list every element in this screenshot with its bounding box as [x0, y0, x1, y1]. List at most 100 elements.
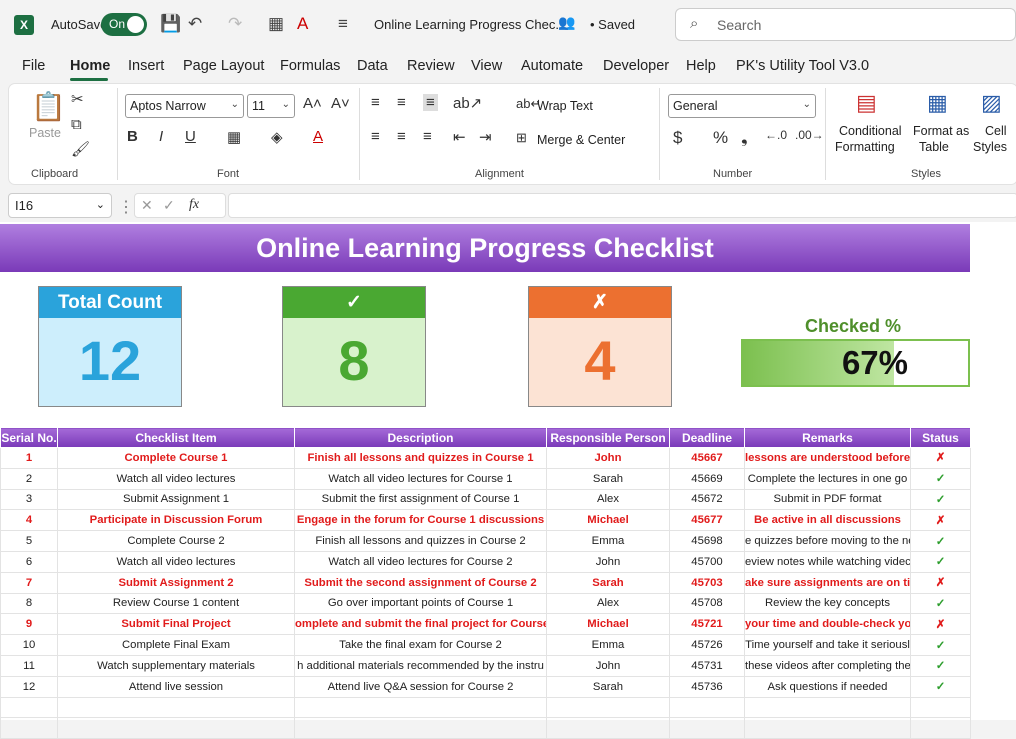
- tab-view[interactable]: View: [471, 58, 502, 74]
- search-box[interactable]: ⌕ Search: [675, 8, 1016, 41]
- format-as-table-line2[interactable]: Table: [919, 140, 949, 154]
- paste-icon[interactable]: 📋: [31, 90, 66, 123]
- increase-font-icon[interactable]: A˄: [303, 95, 322, 112]
- tab-review[interactable]: Review: [407, 58, 455, 74]
- cell-item[interactable]: Submit Assignment 1: [57, 488, 295, 511]
- cell-item[interactable]: Submit Final Project: [57, 613, 295, 636]
- cancel-icon[interactable]: ✕: [141, 197, 153, 214]
- cell-sn[interactable]: 4: [0, 509, 58, 532]
- increase-decimal-icon[interactable]: ←.0: [765, 128, 787, 142]
- tab-file[interactable]: File: [22, 58, 45, 74]
- col-deadline[interactable]: Deadline: [669, 427, 745, 448]
- tab-data[interactable]: Data: [357, 58, 388, 74]
- cell-person[interactable]: Sarah: [546, 675, 670, 698]
- cell-status[interactable]: ✓: [910, 675, 971, 698]
- empty-cell[interactable]: [294, 696, 547, 719]
- cell-desc[interactable]: Finish all lessons and quizzes in Course…: [294, 530, 547, 552]
- currency-icon[interactable]: $: [673, 128, 682, 148]
- cell-status[interactable]: ✗: [910, 447, 971, 469]
- cell-person[interactable]: Alex: [546, 592, 670, 615]
- cell-sn[interactable]: 2: [0, 467, 58, 490]
- empty-cell[interactable]: [57, 696, 295, 719]
- cell-person[interactable]: Sarah: [546, 571, 670, 594]
- font-size-select[interactable]: 11 ⌄: [247, 94, 295, 118]
- align-top-icon[interactable]: ≡: [371, 94, 380, 111]
- empty-cell[interactable]: [910, 696, 971, 719]
- empty-cell[interactable]: [57, 717, 295, 739]
- col-serial[interactable]: Serial No.: [0, 427, 58, 448]
- col-person[interactable]: Responsible Person: [546, 427, 670, 448]
- formula-input[interactable]: [228, 193, 1016, 218]
- cell-deadline[interactable]: 45698: [669, 530, 745, 552]
- undo-icon[interactable]: ↶: [188, 14, 202, 34]
- paste-button[interactable]: Paste: [29, 126, 61, 140]
- cell-deadline[interactable]: 45667: [669, 447, 745, 469]
- enter-icon[interactable]: ✓: [163, 197, 175, 214]
- name-box[interactable]: I16 ⌄: [8, 193, 112, 218]
- cell-person[interactable]: John: [546, 654, 670, 677]
- fill-color-icon[interactable]: ◈: [271, 128, 283, 146]
- cell-remarks[interactable]: Submit in PDF format: [744, 488, 911, 511]
- cell-person[interactable]: Sarah: [546, 467, 670, 490]
- cell-desc[interactable]: Engage in the forum for Course 1 discuss…: [294, 509, 547, 532]
- decrease-decimal-icon[interactable]: .00→: [795, 128, 824, 142]
- col-description[interactable]: Description: [294, 427, 547, 448]
- cell-sn[interactable]: 3: [0, 488, 58, 511]
- col-item[interactable]: Checklist Item: [57, 427, 295, 448]
- cell-item[interactable]: Complete Final Exam: [57, 634, 295, 656]
- conditional-formatting-line1[interactable]: Conditional: [839, 124, 902, 138]
- col-status[interactable]: Status: [910, 427, 971, 448]
- cell-desc[interactable]: omplete and submit the final project for…: [294, 613, 547, 636]
- italic-icon[interactable]: I: [159, 128, 163, 145]
- tab-automate[interactable]: Automate: [521, 58, 583, 74]
- decrease-indent-icon[interactable]: ⇤: [453, 128, 466, 146]
- cell-person[interactable]: Emma: [546, 530, 670, 552]
- conditional-formatting-line2[interactable]: Formatting: [835, 140, 895, 154]
- cell-sn[interactable]: 11: [0, 654, 58, 677]
- cell-deadline[interactable]: 45677: [669, 509, 745, 532]
- cell-desc[interactable]: Attend live Q&A session for Course 2: [294, 675, 547, 698]
- cell-sn[interactable]: 8: [0, 592, 58, 615]
- underline-icon[interactable]: U: [185, 128, 196, 145]
- tab-developer[interactable]: Developer: [603, 58, 669, 74]
- cell-item[interactable]: Attend live session: [57, 675, 295, 698]
- cell-deadline[interactable]: 45708: [669, 592, 745, 615]
- align-bottom-icon[interactable]: ≡: [423, 94, 438, 111]
- more-icon[interactable]: ⋮: [118, 197, 134, 217]
- cell-status[interactable]: ✓: [910, 592, 971, 615]
- cell-item[interactable]: Review Course 1 content: [57, 592, 295, 615]
- empty-cell[interactable]: [910, 717, 971, 739]
- customize-toolbar-icon[interactable]: ≡: [338, 14, 348, 34]
- cell-person[interactable]: John: [546, 550, 670, 573]
- cell-status[interactable]: ✓: [910, 467, 971, 490]
- cell-remarks[interactable]: ake sure assignments are on tim: [744, 571, 911, 594]
- empty-cell[interactable]: [669, 717, 745, 739]
- cell-sn[interactable]: 12: [0, 675, 58, 698]
- cell-status[interactable]: ✗: [910, 613, 971, 636]
- cell-sn[interactable]: 9: [0, 613, 58, 636]
- cell-desc[interactable]: h additional materials recommended by th…: [294, 654, 547, 677]
- cell-remarks[interactable]: Complete the lectures in one go: [744, 467, 911, 490]
- empty-cell[interactable]: [669, 696, 745, 719]
- cell-deadline[interactable]: 45672: [669, 488, 745, 511]
- borders-icon[interactable]: ▦: [268, 14, 284, 34]
- insert-function-icon[interactable]: fx: [189, 197, 199, 213]
- align-right-icon[interactable]: ≡: [423, 128, 432, 145]
- font-name-select[interactable]: Aptos Narrow ⌄: [125, 94, 244, 118]
- cell-item[interactable]: Watch all video lectures: [57, 467, 295, 490]
- cell-status[interactable]: ✓: [910, 634, 971, 656]
- cell-desc[interactable]: Watch all video lectures for Course 1: [294, 467, 547, 490]
- empty-cell[interactable]: [546, 717, 670, 739]
- cell-desc[interactable]: Watch all video lectures for Course 2: [294, 550, 547, 573]
- cell-item[interactable]: Complete Course 2: [57, 530, 295, 552]
- cell-desc[interactable]: Go over important points of Course 1: [294, 592, 547, 615]
- cell-deadline[interactable]: 45736: [669, 675, 745, 698]
- empty-cell[interactable]: [744, 696, 911, 719]
- percent-icon[interactable]: %: [713, 128, 728, 148]
- cell-status[interactable]: ✓: [910, 550, 971, 573]
- cell-item[interactable]: Submit Assignment 2: [57, 571, 295, 594]
- autosave-toggle[interactable]: On: [101, 13, 147, 36]
- format-painter-icon[interactable]: 🖌: [71, 140, 90, 158]
- cell-deadline[interactable]: 45700: [669, 550, 745, 573]
- empty-cell[interactable]: [0, 717, 58, 739]
